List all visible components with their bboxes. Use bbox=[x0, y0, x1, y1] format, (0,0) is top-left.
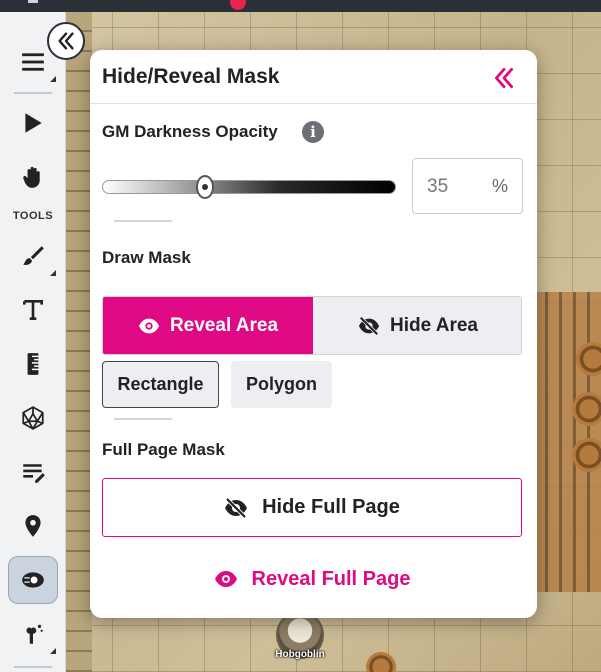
map-barrel bbox=[366, 652, 396, 672]
map-wall-left bbox=[66, 12, 92, 672]
draw-mask-label: Draw Mask bbox=[102, 248, 191, 267]
submenu-indicator bbox=[50, 648, 56, 654]
map-pin-icon bbox=[25, 515, 41, 537]
select-tool[interactable] bbox=[8, 99, 58, 147]
d20-dice-icon bbox=[22, 406, 44, 430]
opacity-slider-thumb[interactable] bbox=[195, 175, 214, 199]
submenu-indicator bbox=[50, 76, 56, 82]
tools-section-label: TOOLS bbox=[12, 210, 54, 222]
pointer-icon bbox=[25, 113, 42, 133]
fx-icon bbox=[26, 624, 43, 644]
eye-off-icon bbox=[225, 497, 248, 518]
hide-reveal-mask-panel: Hide/Reveal Mask GM Darkness Opacity i 3… bbox=[90, 50, 537, 618]
opacity-label: GM Darkness Opacity bbox=[102, 122, 278, 141]
section-divider bbox=[114, 220, 172, 222]
reveal-area-button[interactable]: Reveal Area bbox=[103, 297, 313, 354]
draw-mask-toggle: Reveal Area Hide Area bbox=[102, 296, 522, 355]
polygon-shape-button[interactable]: Polygon bbox=[231, 361, 332, 408]
text-icon bbox=[23, 300, 43, 320]
submenu-indicator bbox=[50, 270, 56, 276]
map-barrel bbox=[572, 438, 601, 472]
opacity-slider[interactable] bbox=[102, 180, 396, 194]
hide-area-label: Hide Area bbox=[390, 314, 478, 336]
fx-tool[interactable] bbox=[8, 610, 58, 658]
pin-tool[interactable] bbox=[8, 502, 58, 550]
top-bar bbox=[0, 0, 601, 12]
notes-tool[interactable] bbox=[8, 448, 58, 496]
full-page-mask-label: Full Page Mask bbox=[102, 440, 225, 459]
ruler-icon bbox=[27, 353, 39, 375]
notes-icon bbox=[23, 464, 45, 483]
collapse-toolbar-button[interactable] bbox=[47, 22, 85, 60]
fog-mask-tool[interactable] bbox=[8, 556, 58, 604]
rectangle-shape-button[interactable]: Rectangle bbox=[102, 361, 219, 408]
opacity-value: 35 bbox=[427, 176, 449, 197]
eye-icon bbox=[138, 318, 160, 333]
text-tool[interactable] bbox=[8, 286, 58, 334]
hand-icon bbox=[23, 166, 40, 188]
measure-tool[interactable] bbox=[8, 340, 58, 388]
fog-mask-icon bbox=[22, 572, 44, 588]
eye-icon bbox=[214, 571, 237, 587]
left-toolbar: TOOLS bbox=[0, 12, 66, 672]
opacity-input[interactable]: 35 % bbox=[412, 158, 523, 214]
draw-tool[interactable] bbox=[8, 232, 58, 280]
collapse-panel-icon[interactable] bbox=[491, 65, 517, 91]
hide-area-button[interactable]: Hide Area bbox=[313, 297, 521, 354]
section-divider bbox=[114, 418, 172, 420]
token-label: Hobgoblin bbox=[275, 649, 325, 660]
panel-header: Hide/Reveal Mask bbox=[90, 50, 537, 104]
reveal-full-page-button[interactable]: Reveal Full Page bbox=[102, 556, 522, 602]
pan-tool[interactable] bbox=[8, 153, 58, 201]
reveal-full-page-label: Reveal Full Page bbox=[251, 567, 411, 590]
eye-off-icon bbox=[358, 315, 380, 336]
dice-tool[interactable] bbox=[8, 394, 58, 442]
toolbar-divider bbox=[14, 666, 52, 668]
brush-icon bbox=[23, 246, 44, 265]
info-icon[interactable]: i bbox=[302, 121, 324, 143]
double-chevron-left-icon bbox=[58, 32, 74, 50]
panel-title: Hide/Reveal Mask bbox=[102, 65, 280, 88]
toolbar-divider bbox=[14, 92, 52, 94]
hide-full-page-label: Hide Full Page bbox=[262, 496, 400, 518]
reveal-area-label: Reveal Area bbox=[169, 314, 279, 336]
hide-full-page-button[interactable]: Hide Full Page bbox=[102, 478, 522, 537]
menu-icon bbox=[22, 53, 44, 71]
map-barrel bbox=[572, 392, 601, 426]
notification-badge[interactable] bbox=[230, 0, 246, 10]
top-bar-indicator bbox=[28, 0, 38, 3]
opacity-unit: % bbox=[491, 176, 508, 196]
